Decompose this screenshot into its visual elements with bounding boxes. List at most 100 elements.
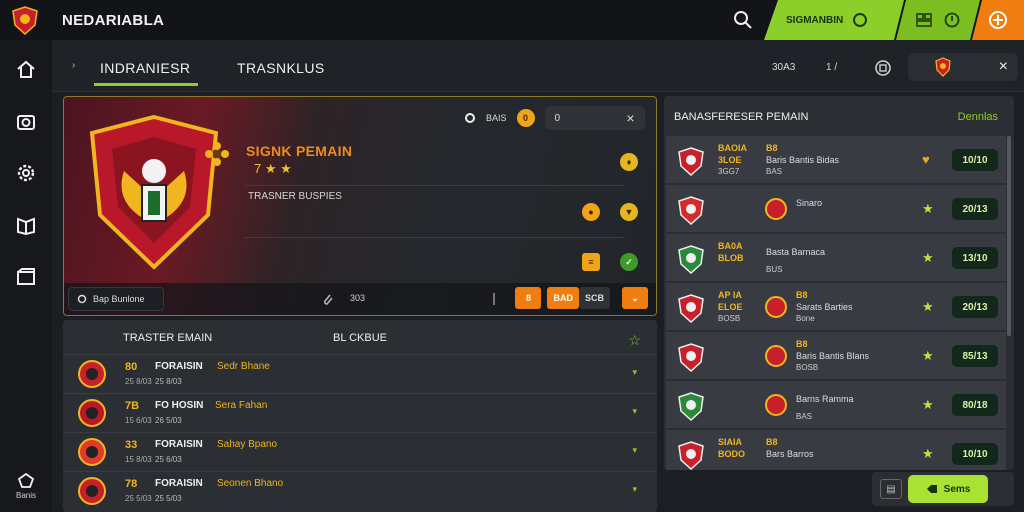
opponent-badge-icon [765,296,787,318]
hero-divider [244,185,624,186]
send-button[interactable]: Sems [908,475,988,503]
scrollbar[interactable] [1007,136,1011,336]
club-badge-icon [935,57,951,77]
player-number-sub: 25 8/03 [125,377,152,386]
close-icon[interactable]: × [999,58,1008,76]
send-button-label: Sems [943,483,971,495]
club-crest-large-icon [89,114,219,270]
row-action-icon[interactable]: ▾ [632,445,637,456]
drag-handle-icon[interactable] [490,292,498,306]
table-row[interactable]: 80 25 8/03 FORAISIN Sedr Bhane 25 8/03 ▾ [63,354,657,392]
sidebar-item-camera[interactable] [13,108,39,134]
market-row[interactable]: B8 Baris Bantis Blans BOSB ★ 85/13 [666,332,1006,380]
market-price[interactable]: 20/13 [952,296,998,318]
document-icon[interactable]: ▤ [880,479,902,499]
tab-indraniesr[interactable]: INDRANIESR [93,60,199,86]
top-status-label: SIGMANBIN [786,14,844,26]
player-number: 80 [125,361,138,373]
market-description: Barns Ramma [796,394,854,404]
sidebar-item-settings[interactable] [13,160,39,186]
market-details-link[interactable]: Dennlas [958,111,998,123]
market-description: Baris Bantis Bidas [766,155,840,165]
market-tag: B8 [766,437,778,447]
hero-footer-value: 303 [350,293,366,303]
market-code-a: SIAIA [718,437,743,447]
hero-footer-button[interactable]: Bap Bunlone [68,287,164,311]
clock-icon[interactable] [944,12,960,28]
action-button-a[interactable]: 8 [515,287,542,309]
paperclip-icon[interactable] [322,292,334,306]
market-price[interactable]: 10/10 [952,149,998,171]
row-action-icon[interactable]: ▾ [632,406,637,417]
club-crest-icon [678,392,704,421]
market-row[interactable]: BAOIA 3LOE 3GG7 B8 Baris Bantis Bidas BAS ♥ 10/… [666,136,1006,184]
market-code-a: BAOIA [718,143,747,153]
badge-icon[interactable]: ▼ [620,203,638,221]
chevron-down-icon[interactable]: ⌄ [622,287,648,309]
star-icon: ★ [922,348,934,363]
player-date: 25 5/03 [155,494,182,503]
market-price[interactable]: 85/13 [952,345,998,367]
flower-icon [205,142,229,166]
tab-back-arrow[interactable]: › [72,60,75,71]
player-name: FORAISIN [155,478,203,489]
favorite-star-icon[interactable]: ☆ [628,332,641,349]
bag-icon[interactable]: ● [582,203,600,221]
list-icon[interactable]: ≡ [582,253,600,271]
club-logo-icon[interactable] [10,5,40,35]
club-crest-icon [78,399,106,427]
table-row[interactable]: 78 25 5/03 FORAISIN Seonen Bhano 25 5/03 ▾ [63,471,657,509]
action-button-b[interactable]: BAD [547,287,579,309]
pin-icon[interactable] [464,112,476,124]
search-icon[interactable] [732,9,754,31]
market-row[interactable]: BA0A BLOB Basta Barnaca BUS ★ 13/10 [666,234,1006,282]
sidebar-item-box[interactable] [13,264,39,290]
market-code-a: BA0A [718,241,743,251]
selected-club-chip[interactable]: × [908,53,1018,81]
hero-subtitle: TRASNER BUSPIES [248,191,342,202]
action-button-c[interactable]: SCB [578,287,610,309]
trophy-icon[interactable] [874,59,892,77]
market-row[interactable]: SIAIA BODO B8 Bars Barros ★ 10/10 [666,430,1006,470]
sidebar-item-home[interactable] [13,56,39,82]
hero-search-input[interactable]: 0 × [544,106,645,130]
club-crest-icon [78,477,106,505]
market-row[interactable]: AP IA ELOE BOSB B8 Sarats Barties Bone ★ 20/13 [666,283,1006,331]
star-icon: ★ [922,299,934,314]
market-row[interactable]: Barns Ramma BAS ★ 80/18 [666,381,1006,429]
top-status-button[interactable]: SIGMANBIN [764,0,904,40]
table-row[interactable]: 33 15 8/03 FORAISIN Sahay Bpano 25 6/03 ▾ [63,432,657,470]
shield-icon[interactable]: ♦ [620,153,638,171]
sidebar-item-bottom[interactable]: Banis [0,472,52,500]
player-name: FORAISIN [155,439,203,450]
sidebar-item-book[interactable] [13,212,39,238]
market-extra: BAS [796,412,813,421]
tab-trasnklus[interactable]: TRASNKLUS [237,60,325,76]
market-code-b: 3LOE [718,155,742,165]
market-tag: B8 [796,339,808,349]
market-extra: Bone [796,314,815,323]
tag-icon [926,485,937,493]
market-price[interactable]: 80/18 [952,394,998,416]
grid-icon[interactable] [916,13,932,27]
bottom-action-bar: ▤ Sems [872,472,1014,506]
search-clear-icon[interactable]: × [626,110,634,126]
market-row[interactable]: Sinaro ★ 20/13 [666,185,1006,233]
market-price[interactable]: 13/10 [952,247,998,269]
hero-divider-2 [244,237,624,238]
coin-badge[interactable]: 0 [516,109,535,127]
sidebar-bottom-label: Banis [15,491,36,500]
player-date: 25 8/03 [155,377,182,386]
circle-icon [77,294,87,304]
opponent-badge-icon [765,198,787,220]
hero-title: SIGNK PEMAIN [246,143,353,159]
trophy-icon: ♥ [922,152,930,167]
market-price[interactable]: 10/10 [952,443,998,465]
market-price[interactable]: 20/13 [952,198,998,220]
row-action-icon[interactable]: ▾ [632,367,637,378]
gear-icon [17,164,35,182]
table-row[interactable]: 7B 15 6/03 FO HOSIN Sera Fahan 26 5/03 ▾ [63,393,657,431]
hero-toolbar: BAIS 0 0 × [464,106,645,130]
leaf-icon[interactable]: ✓ [620,253,638,271]
row-action-icon[interactable]: ▾ [632,484,637,495]
